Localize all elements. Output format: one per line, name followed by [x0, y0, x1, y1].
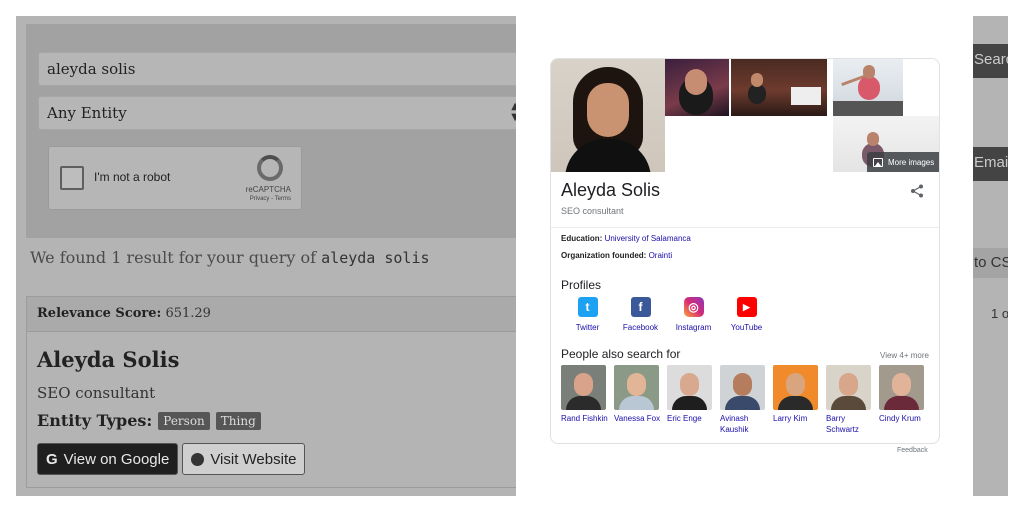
share-icon[interactable] [909, 183, 925, 199]
panel-subtitle: SEO consultant [561, 206, 624, 216]
profile-twitter[interactable]: t Twitter [561, 297, 614, 332]
profile-label: Twitter [575, 323, 600, 332]
results-summary-text: We found 1 result for your query of [30, 248, 317, 267]
gallery-photo[interactable] [665, 59, 729, 116]
person-card[interactable]: Larry Kim [773, 365, 826, 435]
profile-label: YouTube [730, 323, 763, 332]
fact-education: Education: University of Salamanca [561, 234, 691, 243]
relevance-score-value: 651.29 [165, 306, 211, 321]
result-description: SEO consultant [37, 384, 156, 402]
results-query: aleyda solis [321, 249, 430, 267]
search-button-label: Search [974, 51, 1008, 68]
pager-text: 1 of [991, 306, 1008, 321]
main-photo[interactable] [551, 59, 665, 172]
view-on-google-button[interactable]: G View on Google [37, 443, 179, 475]
entity-type-tag: Thing [215, 411, 261, 430]
fact-value-link[interactable]: Orainti [649, 251, 673, 260]
panel-title: Aleyda Solis [561, 180, 661, 200]
result-name: Aleyda Solis [37, 347, 180, 372]
search-input[interactable]: aleyda solis [38, 52, 528, 86]
fact-label: Organization founded: [561, 251, 647, 260]
feedback-link[interactable]: Feedback [897, 447, 928, 454]
view-more-link[interactable]: View 4+ more [880, 351, 929, 360]
email-button-label: Email [974, 154, 1008, 171]
instagram-icon: ◎ [683, 297, 704, 317]
recaptcha-terms-link[interactable]: Privacy - Terms [250, 196, 291, 202]
recaptcha-widget: I'm not a robot reCAPTCHA Privacy - Term… [48, 146, 302, 210]
search-button[interactable]: Search [973, 44, 1008, 78]
avatar [561, 365, 606, 410]
youtube-icon: ▶ [736, 297, 757, 317]
profile-youtube[interactable]: ▶ YouTube [720, 297, 773, 332]
person-name: Cindy Krum [879, 414, 921, 423]
person-card[interactable]: Barry Schwartz [826, 365, 879, 435]
more-images-label: More images [888, 157, 935, 167]
recaptcha-logo-icon [257, 155, 283, 181]
search-form: aleyda solis Any Entity ▲▼ I'm not a rob… [26, 24, 546, 238]
fact-label: Education: [561, 234, 603, 243]
visit-website-label: Visit Website [210, 450, 297, 468]
twitter-icon: t [577, 297, 598, 317]
person-card[interactable]: Vanessa Fox [614, 365, 667, 435]
person-name: Larry Kim [773, 414, 808, 423]
export-csv-label: to CSV [974, 254, 1008, 271]
avatar [614, 365, 659, 410]
person-card[interactable]: Eric Enge [667, 365, 720, 435]
divider [551, 227, 939, 228]
avatar [667, 365, 712, 410]
person-card[interactable]: Avinash Kaushik [720, 365, 773, 435]
profiles-heading: Profiles [561, 278, 602, 292]
image-icon [873, 157, 883, 167]
profiles-list: t Twitter f Facebook ◎ Instagram ▶ YouTu… [561, 297, 773, 332]
person-card[interactable]: Cindy Krum [879, 365, 932, 435]
people-also-search-heading: People also search for [561, 347, 681, 361]
relevance-score-label: Relevance Score: [37, 306, 162, 321]
profile-instagram[interactable]: ◎ Instagram [667, 297, 720, 332]
email-button[interactable]: Email [973, 147, 1008, 181]
results-summary: We found 1 result for your query of aley… [30, 248, 430, 267]
entity-types: Entity Types: Person Thing [37, 411, 261, 430]
fact-organization: Organization founded: Orainti [561, 251, 672, 260]
person-name: Barry Schwartz [826, 414, 859, 434]
people-list: Rand Fishkin Vanessa Fox Eric Enge Avina… [561, 365, 932, 435]
result-card: Relevance Score: 651.29 Aleyda Solis SEO… [26, 296, 546, 488]
recaptcha-brand: reCAPTCHA [245, 185, 291, 194]
person-name: Avinash Kaushik [720, 414, 749, 434]
fact-value-link[interactable]: University of Salamanca [605, 234, 691, 243]
gallery-photo[interactable] [731, 59, 827, 116]
right-edge-controls: Search Email to CSV 1 of [973, 16, 1008, 496]
knowledge-panel-overlay: More images Aleyda Solis SEO consultant … [516, 16, 973, 496]
more-images-button[interactable]: More images [867, 152, 939, 172]
entity-select-value: Any Entity [47, 104, 127, 122]
avatar [879, 365, 924, 410]
relevance-score: Relevance Score: 651.29 [27, 297, 545, 332]
gallery-photo[interactable] [833, 59, 903, 116]
profile-facebook[interactable]: f Facebook [614, 297, 667, 332]
google-icon: G [46, 450, 58, 468]
globe-icon [191, 452, 205, 466]
view-on-google-label: View on Google [63, 450, 170, 468]
person-name: Eric Enge [667, 414, 702, 423]
result-actions: G View on Google Visit Website [37, 443, 306, 475]
profile-label: Facebook [622, 323, 659, 332]
entity-types-label: Entity Types: [37, 411, 153, 430]
visit-website-button[interactable]: Visit Website [182, 443, 306, 475]
recaptcha-checkbox[interactable] [60, 166, 84, 190]
avatar [773, 365, 818, 410]
person-card[interactable]: Rand Fishkin [561, 365, 614, 435]
profile-label: Instagram [675, 323, 712, 332]
avatar [720, 365, 765, 410]
person-name: Rand Fishkin [561, 414, 608, 423]
person-name: Vanessa Fox [614, 414, 661, 423]
entity-type-tag: Person [158, 411, 210, 430]
recaptcha-label: I'm not a robot [94, 170, 171, 184]
export-csv-button[interactable]: to CSV [973, 248, 1008, 278]
avatar [826, 365, 871, 410]
entity-select[interactable]: Any Entity ▲▼ [38, 96, 528, 130]
knowledge-panel: More images Aleyda Solis SEO consultant … [550, 58, 940, 444]
facebook-icon: f [630, 297, 651, 317]
